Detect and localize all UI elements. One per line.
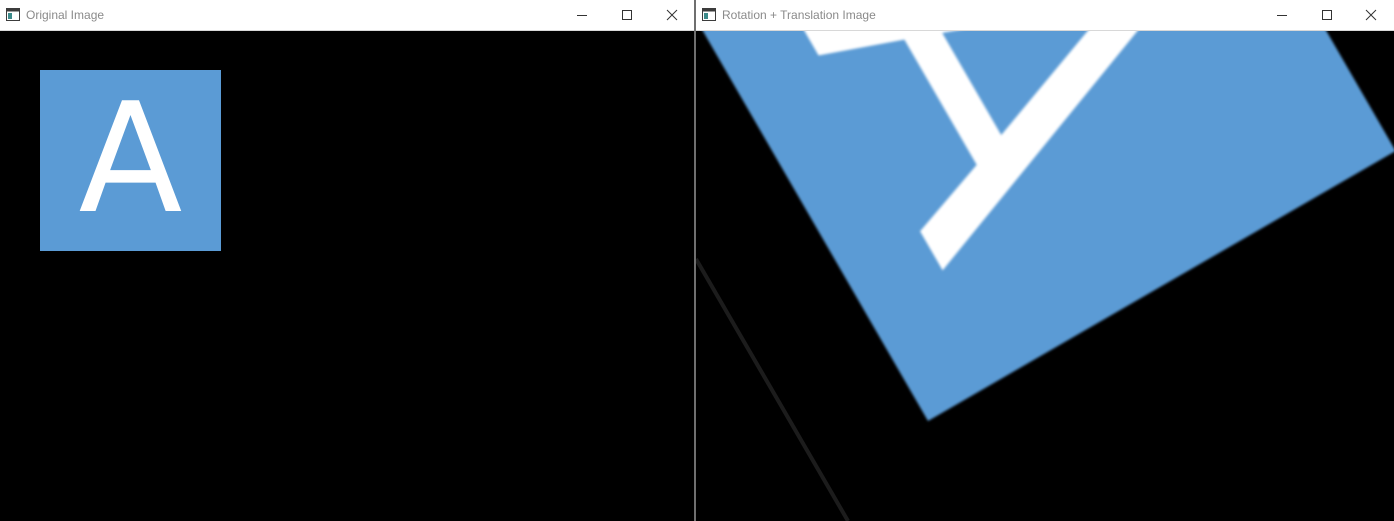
window-title: Rotation + Translation Image bbox=[722, 8, 876, 22]
maximize-icon bbox=[1322, 10, 1332, 20]
close-icon bbox=[1365, 9, 1377, 21]
letter-a: A bbox=[78, 70, 183, 247]
window-titlebar[interactable]: Original Image bbox=[0, 0, 694, 31]
app-icon bbox=[702, 8, 716, 21]
close-icon bbox=[666, 9, 678, 21]
minimize-icon bbox=[1277, 15, 1287, 16]
rotation-translation-window: Rotation + Translation Image A bbox=[696, 0, 1394, 521]
image-canvas: A bbox=[0, 31, 694, 521]
original-image-window: Original Image A bbox=[0, 0, 694, 521]
app-icon bbox=[6, 8, 20, 21]
image-canvas: A bbox=[696, 31, 1394, 521]
minimize-icon bbox=[577, 15, 587, 16]
close-button[interactable] bbox=[1348, 0, 1394, 30]
maximize-button[interactable] bbox=[1304, 0, 1350, 30]
window-titlebar[interactable]: Rotation + Translation Image bbox=[696, 0, 1394, 31]
maximize-icon bbox=[622, 10, 632, 20]
minimize-button[interactable] bbox=[1259, 0, 1305, 30]
transformed-image: A bbox=[696, 31, 1394, 521]
maximize-button[interactable] bbox=[604, 0, 650, 30]
blue-square: A bbox=[40, 70, 221, 251]
window-title: Original Image bbox=[26, 8, 105, 22]
minimize-button[interactable] bbox=[559, 0, 605, 30]
close-button[interactable] bbox=[649, 0, 694, 30]
